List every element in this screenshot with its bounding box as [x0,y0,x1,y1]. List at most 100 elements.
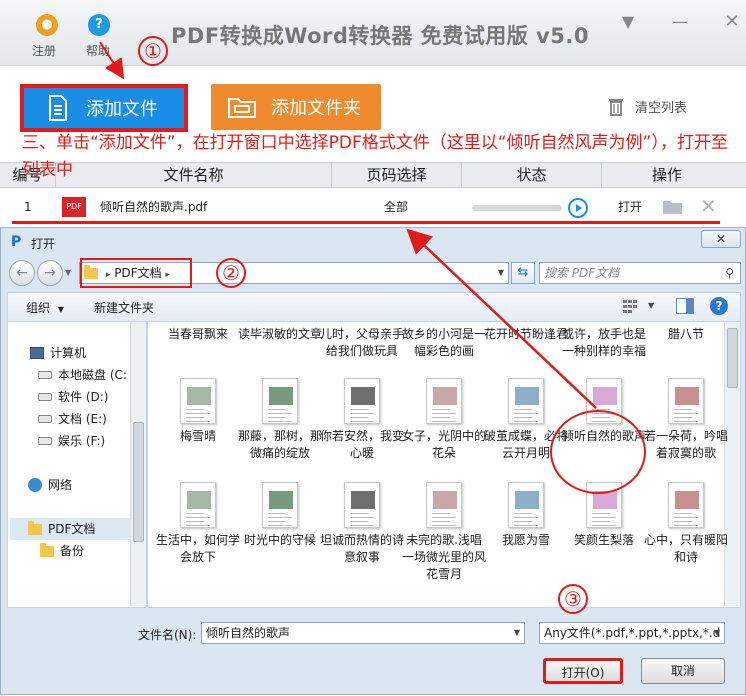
file-tile[interactable]: 我愿为雪 [484,482,568,549]
close-icon[interactable]: ✕ [724,13,740,31]
file-tile-label: 花开时节盼逢君 [484,327,569,341]
play-icon[interactable] [568,198,588,218]
forward-button[interactable]: → [37,260,63,286]
nav-pdf-folder-label: PDF文档 [48,522,96,536]
refresh-icon[interactable]: ⇆ [511,262,535,284]
file-tile-label: 儿时，父母亲手给我们做玩具 [320,327,405,358]
document-thumbnail-icon [426,378,462,424]
nav-backup-folder-label: 备份 [60,544,85,558]
document-thumbnail-icon [508,482,544,528]
pdf-file-icon: PDF [62,197,86,217]
file-tile[interactable]: 女子，光阴中的花朵 [402,378,486,462]
file-tile[interactable]: 未完的歌.浅唱一场微光里的风花雪月 [402,482,486,583]
computer-icon [30,347,44,359]
register-icon[interactable]: ● [36,14,58,36]
help-icon[interactable]: ? [88,14,110,36]
organize-chevron-icon: ▼ [57,305,64,314]
file-tile-label: 故乡的小河是一幅彩色的画 [402,327,487,358]
file-tile[interactable]: 或许，放手也是一种别样的幸福 [562,326,646,360]
drive-icon [38,371,52,379]
nav-scroll-thumb[interactable] [133,422,144,542]
drive-icon [38,393,52,401]
file-highlight-circle [550,410,646,494]
nav-backup-folder[interactable]: 备份 [40,540,84,562]
filetype-select[interactable]: Any文件(*.pdf,*.ppt,*.pptx,*.d ▼ [539,622,725,644]
step-number-3: ③ [558,584,588,614]
search-input[interactable]: 搜索 PDF文档 ⚲ [539,262,741,284]
register-label[interactable]: 注册 [32,42,56,59]
nav-network[interactable]: 网络 [28,474,72,496]
file-tile[interactable]: 花开时节盼逢君 [484,326,568,343]
folder-open-icon[interactable] [662,199,684,215]
nav-computer[interactable]: 计算机 [30,342,86,364]
open-button[interactable]: 打开(O) [543,658,623,684]
view-chevron-icon[interactable]: ▼ [648,301,654,310]
history-chevron-icon[interactable]: ▼ [65,268,71,277]
minimize-icon[interactable]: — [672,14,688,30]
new-folder-button[interactable]: 新建文件夹 [94,299,154,316]
view-grid-icon[interactable] [622,299,638,313]
file-tile-label: 笑颜生梨落 [573,533,634,547]
file-tile[interactable]: 儿时，父母亲手给我们做玩具 [320,326,404,360]
dialog-close-button[interactable]: ✕ [701,230,741,248]
filename-input[interactable]: 倾听自然的歌声 ▼ [201,622,525,644]
folder-icon [228,98,256,118]
file-tile[interactable]: 当春哥飘来 [156,326,240,343]
organize-button[interactable]: 组织 ▼ [26,299,64,316]
add-file-label: 添加文件 [86,99,158,120]
step-number-2: ② [216,258,246,288]
nav-drive-d[interactable]: 软件 (D:) [38,386,108,408]
file-tile-label: 女子，光阴中的花朵 [402,429,487,460]
file-tile[interactable]: 心中，只有暖阳和诗 [644,482,728,566]
file-tile[interactable]: 生活中，如何学会放下 [156,482,240,566]
nav-scrollbar[interactable] [130,322,146,606]
file-tile[interactable]: 梅雪晴 [156,378,240,445]
file-tile[interactable]: 时光中的守候 [238,482,322,549]
breadcrumb-highlight [80,258,192,288]
filetype-dropdown-icon[interactable]: ▼ [714,623,720,643]
nav-drive-c[interactable]: 本地磁盘 (C: [38,364,127,386]
file-tile-label: 坦诚而热情的诗意叙事 [320,533,405,564]
file-tile-label: 那藤，那树，那微痛的绽放 [238,429,323,460]
filename-dropdown-icon[interactable]: ▼ [514,623,520,643]
drive-icon [38,437,52,445]
file-tile-label: 腊八节 [667,327,704,341]
dialog-bottom-bar: 文件名(N): 倾听自然的歌声 ▼ Any文件(*.pdf,*.ppt,*.pp… [1,608,745,696]
address-dropdown-icon[interactable]: ▼ [498,263,504,283]
nav-drive-e[interactable]: 文档 (E:) [38,408,107,430]
file-tile[interactable]: 腊八节 [644,326,728,343]
help-icon[interactable]: ? [710,297,728,315]
add-folder-button[interactable]: 添加文件夹 [211,84,381,130]
file-tile[interactable]: 那藤，那树，那微痛的绽放 [238,378,322,462]
file-tile[interactable]: 读毕淑敏的文章 [238,326,322,343]
clear-list-button[interactable]: 清空列表 [607,96,687,116]
file-tile[interactable]: 若一朵荷，吟唱着寂寞的歌 [644,378,728,462]
filename-value: 倾听自然的歌声 [206,626,291,640]
nav-drive-d-label: 软件 (D:) [58,390,109,404]
file-tile[interactable]: 你若安然，我变心暖 [320,378,404,462]
nav-pdf-folder[interactable]: PDF文档 [10,518,132,540]
row-underline-annotation [12,221,720,224]
dialog-titlebar: P 打开 ✕ [1,228,745,256]
add-folder-label: 添加文件夹 [271,98,361,119]
cancel-button[interactable]: 取消 [641,658,725,684]
file-tile-label: 生活中，如何学会放下 [156,533,241,564]
content-scroll-thumb[interactable] [727,328,738,388]
help-label[interactable]: 帮助 [86,42,110,59]
file-tile[interactable]: 坦诚而热情的诗意叙事 [320,482,404,566]
filename-label: 文件名(N): [138,628,197,642]
organize-label: 组织 [26,301,51,315]
file-tile-label: 读毕淑敏的文章 [238,327,323,341]
menu-icon[interactable]: ▼ [620,14,636,30]
document-thumbnail-icon [508,378,544,424]
file-tile[interactable]: 故乡的小河是一幅彩色的画 [402,326,486,360]
add-file-button[interactable]: 添加文件 [20,84,188,132]
navigation-pane: 计算机 本地磁盘 (C: 软件 (D:) 文档 (E:) 娱乐 (F:) 网络 … [7,322,147,608]
file-tile-label: 未完的歌.浅唱一场微光里的风花雪月 [402,533,487,581]
nav-drive-f[interactable]: 娱乐 (F:) [38,430,105,452]
back-button[interactable]: ← [9,260,35,286]
search-icon[interactable]: ⚲ [725,263,734,283]
preview-pane-icon[interactable] [676,298,694,314]
progress-bar [472,205,562,211]
remove-row-icon[interactable]: ✕ [700,194,717,218]
